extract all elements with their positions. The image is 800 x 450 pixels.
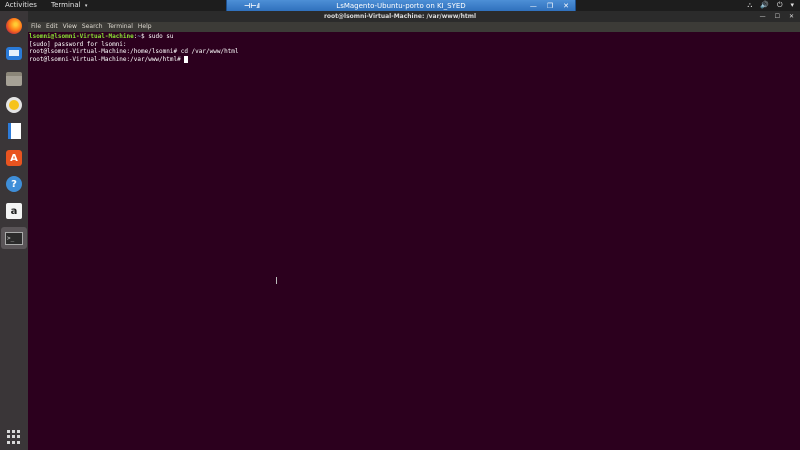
grid-dot-icon [17, 430, 20, 433]
terminal-line: root@lsomni-Virtual-Machine:/home/lsomni… [29, 48, 239, 55]
dock-libreoffice-writer[interactable] [5, 122, 23, 140]
grid-dot-icon [7, 430, 10, 433]
menu-view[interactable]: View [63, 22, 77, 32]
system-tray[interactable]: ⛬ 🔊 ⏻ ▾ [747, 0, 794, 11]
dock-help[interactable]: ? [5, 175, 23, 193]
minimize-icon[interactable]: — [760, 11, 766, 22]
window-title: root@lsomni-Virtual-Machine: /var/www/ht… [323, 13, 477, 20]
dock-files[interactable] [5, 70, 23, 88]
grid-dot-icon [7, 435, 10, 439]
firefox-icon [6, 18, 22, 34]
dock-thunderbird[interactable] [5, 44, 23, 62]
power-icon[interactable]: ⏻ [777, 0, 783, 11]
grid-dot-icon [17, 435, 20, 439]
menu-search[interactable]: Search [82, 22, 103, 32]
terminal-title-bar[interactable]: root@lsomni-Virtual-Machine: /var/www/ht… [0, 11, 800, 22]
app-menu-label: Terminal [51, 1, 81, 9]
dock-amazon[interactable]: a [5, 202, 23, 220]
grid-dot-icon [17, 440, 20, 444]
terminal-line: lsomni@lsomni-Virtual-Machine:~$ sudo su [29, 33, 800, 41]
menu-bar: File Edit View Search Terminal Help [28, 22, 800, 32]
thunderbird-mail-icon [6, 46, 22, 60]
grid-dot-icon [12, 430, 15, 433]
terminal-line: [sudo] password for lsomni: [29, 40, 127, 48]
menu-terminal[interactable]: Terminal [108, 22, 133, 32]
text-cursor [184, 55, 189, 63]
terminal-output[interactable]: lsomni@lsomni-Virtual-Machine:~$ sudo su… [28, 32, 800, 450]
chevron-down-icon[interactable]: ▾ [790, 0, 794, 11]
menu-help[interactable]: Help [138, 22, 152, 32]
help-icon: ? [6, 176, 22, 192]
maximize-icon[interactable]: ☐ [775, 11, 780, 22]
terminal-prompt: root@lsomni-Virtual-Machine:/var/www/htm… [29, 55, 185, 63]
close-icon[interactable]: ✕ [789, 11, 794, 22]
dock-rhythmbox[interactable] [5, 96, 23, 114]
prompt-user: lsomni@lsomni-Virtual-Machine [29, 33, 134, 40]
terminal-icon: >_ [5, 231, 23, 245]
network-icon[interactable]: ⛬ [747, 0, 752, 11]
grid-dot-icon [7, 440, 10, 444]
window-controls: — ☐ ✕ [760, 11, 794, 22]
rhythmbox-icon [6, 97, 22, 113]
volume-icon[interactable]: 🔊 [760, 0, 769, 11]
grid-dot-icon [12, 440, 15, 444]
writer-document-icon [7, 123, 21, 139]
chevron-down-icon: ▾ [84, 3, 88, 9]
menu-file[interactable]: File [31, 22, 41, 32]
dock: A ? a >_ [0, 11, 28, 450]
show-applications-button[interactable] [7, 430, 21, 444]
software-bag-icon: A [6, 150, 22, 166]
amazon-icon: a [6, 203, 22, 219]
terminal-command: $ sudo su [141, 33, 174, 40]
dock-ubuntu-software[interactable]: A [5, 149, 23, 167]
dock-terminal[interactable]: >_ [1, 227, 27, 249]
dock-firefox[interactable] [5, 17, 23, 35]
grid-dot-icon [12, 435, 15, 439]
menu-edit[interactable]: Edit [46, 22, 58, 32]
files-folder-icon [6, 72, 22, 86]
terminal-line: root@lsomni-Virtual-Machine:/var/www/htm… [29, 55, 800, 64]
activities-button[interactable]: Activities [5, 0, 37, 11]
mouse-ibeam-icon [276, 277, 277, 284]
